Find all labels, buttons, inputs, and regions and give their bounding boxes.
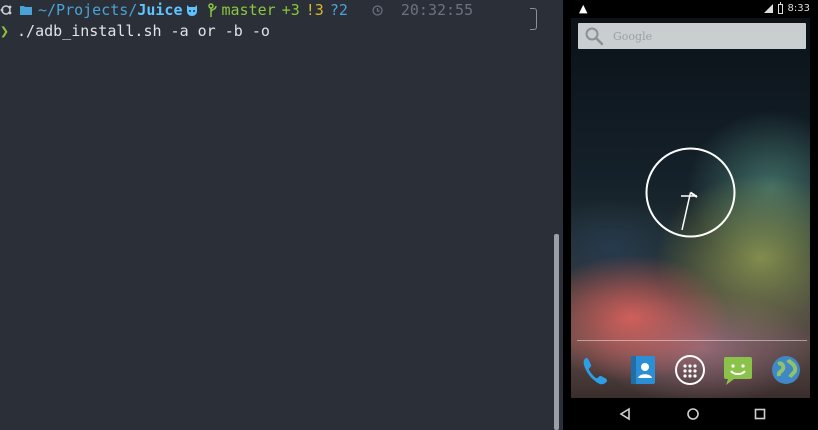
terminal-scrollbar[interactable] [554, 234, 559, 430]
clock-minute-hand [681, 192, 692, 231]
git-untracked-count: ?2 [329, 1, 348, 19]
warning-icon: ▲ [579, 2, 588, 15]
signal-icon [763, 4, 773, 13]
home-icon[interactable] [683, 404, 703, 424]
branch-icon [207, 3, 218, 17]
command-text[interactable]: ./adb_install.sh -a or -b -o [17, 22, 270, 40]
search-placeholder: Google [613, 29, 653, 43]
terminal-window[interactable]: ~/Projects/Juice master +3 !3 ?2 20:32:5… [0, 0, 563, 430]
browser-icon[interactable] [769, 353, 803, 387]
dock-divider [577, 340, 807, 341]
git-modified-count: !3 [305, 1, 324, 19]
search-icon [585, 27, 604, 46]
prompt-time: 20:32:55 [400, 1, 474, 19]
path-prefix: ~/Projects/ [38, 1, 138, 19]
folder-icon [20, 5, 32, 15]
battery-icon [777, 1, 783, 14]
messaging-icon[interactable] [721, 353, 755, 387]
prompt-right-bracket [530, 8, 537, 30]
prompt-chevron-icon: ❯ [0, 22, 10, 40]
prompt-line: ~/Projects/Juice master +3 !3 ?2 20:32:5… [0, 0, 540, 20]
android-emulator[interactable]: ▲ 8:33 Google [563, 0, 818, 430]
contacts-icon[interactable] [626, 353, 660, 387]
os-icon [0, 4, 12, 16]
navigation-bar [563, 398, 818, 430]
dock [571, 352, 810, 388]
status-time: 8:33 [787, 3, 810, 14]
github-icon [186, 4, 198, 16]
recents-icon[interactable] [750, 404, 770, 424]
google-search-bar[interactable]: Google [578, 23, 806, 49]
branch-name: master [221, 1, 276, 19]
app-drawer-icon[interactable] [673, 353, 707, 387]
status-bar: ▲ 8:33 [563, 0, 818, 18]
back-icon[interactable] [615, 404, 635, 424]
command-line[interactable]: ❯ ./adb_install.sh -a or -b -o [0, 20, 270, 42]
phone-icon[interactable] [578, 353, 612, 387]
path-dir: Juice [137, 1, 183, 19]
clock-icon [372, 4, 383, 16]
git-staged-count: +3 [281, 1, 300, 19]
analog-clock-widget[interactable] [645, 147, 736, 238]
